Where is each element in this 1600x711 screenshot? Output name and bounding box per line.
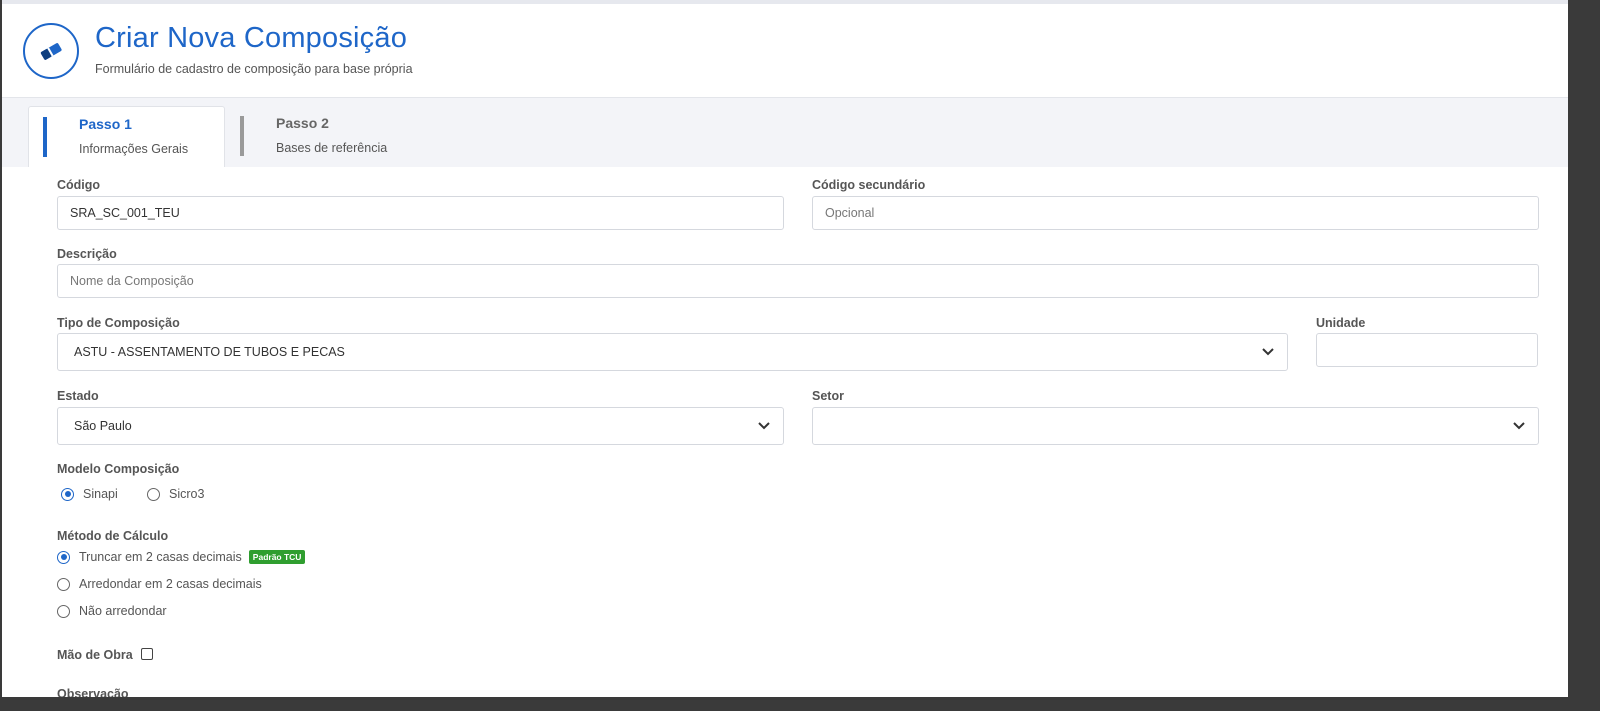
- metodo-option-truncar[interactable]: Truncar em 2 casas decimais Padrão TCU: [57, 550, 306, 564]
- chevron-down-icon: [758, 422, 770, 430]
- padrao-tcu-badge: Padrão TCU: [248, 550, 306, 564]
- unidade-label: Unidade: [1316, 316, 1366, 330]
- page-subtitle: Formulário de cadastro de composição par…: [95, 62, 413, 76]
- tab-indicator: [240, 116, 244, 156]
- tab-subtitle: Bases de referência: [276, 141, 388, 155]
- chevron-down-icon: [1513, 422, 1525, 430]
- radio-button[interactable]: [147, 487, 160, 501]
- estado-select[interactable]: São Paulo: [57, 407, 784, 445]
- tab-title: Passo 2: [276, 115, 329, 131]
- eraser-icon: [23, 23, 79, 79]
- setor-select[interactable]: [812, 407, 1539, 445]
- radio-button[interactable]: [57, 550, 70, 564]
- estado-label: Estado: [57, 389, 99, 403]
- radio-label: Sinapi: [83, 487, 118, 501]
- mao-de-obra-label: Mão de Obra: [57, 648, 133, 662]
- step-tabs: Passo 1 Informações Gerais Passo 2 Bases…: [2, 98, 1568, 167]
- chevron-down-icon: [1262, 348, 1274, 356]
- modelo-option-sinapi[interactable]: Sinapi: [61, 487, 118, 501]
- tab-step-1[interactable]: Passo 1 Informações Gerais: [28, 106, 225, 167]
- setor-label: Setor: [812, 389, 844, 403]
- modelo-option-sicro3[interactable]: Sicro3: [147, 487, 204, 501]
- radio-label: Não arredondar: [79, 604, 167, 618]
- radio-button[interactable]: [57, 577, 70, 591]
- observacao-label: Observação: [57, 687, 129, 697]
- radio-label: Arredondar em 2 casas decimais: [79, 577, 262, 591]
- descricao-input[interactable]: [57, 264, 1539, 298]
- tipo-composicao-value: ASTU - ASSENTAMENTO DE TUBOS E PECAS: [74, 345, 345, 359]
- descricao-label: Descrição: [57, 247, 117, 261]
- codigo-input[interactable]: [57, 196, 784, 230]
- mao-de-obra-checkbox[interactable]: [141, 648, 153, 660]
- tipo-composicao-label: Tipo de Composição: [57, 316, 180, 330]
- tab-step-2[interactable]: Passo 2 Bases de referência: [226, 106, 446, 167]
- radio-label: Sicro3: [169, 487, 205, 501]
- unidade-input[interactable]: [1316, 333, 1538, 367]
- tab-indicator: [43, 117, 47, 157]
- app-window: Criar Nova Composição Formulário de cada…: [0, 0, 1568, 697]
- page-header: Criar Nova Composição Formulário de cada…: [2, 4, 1568, 98]
- composition-form: Código Código secundário Descrição Tipo …: [2, 167, 1568, 697]
- tipo-composicao-select[interactable]: ASTU - ASSENTAMENTO DE TUBOS E PECAS: [57, 333, 1288, 371]
- codigo-secundario-label: Código secundário: [812, 178, 926, 192]
- radio-button[interactable]: [61, 487, 74, 501]
- page-title: Criar Nova Composição: [95, 22, 408, 54]
- codigo-secundario-input[interactable]: [812, 196, 1539, 230]
- metodo-option-nao-arredondar[interactable]: Não arredondar: [57, 604, 167, 618]
- modelo-composicao-label: Modelo Composição: [57, 462, 180, 476]
- radio-button[interactable]: [57, 604, 70, 618]
- codigo-label: Código: [57, 178, 101, 192]
- tab-subtitle: Informações Gerais: [79, 142, 189, 156]
- metodo-option-arredondar[interactable]: Arredondar em 2 casas decimais: [57, 577, 262, 591]
- estado-value: São Paulo: [74, 419, 132, 433]
- tab-title: Passo 1: [79, 116, 132, 132]
- metodo-calculo-label: Método de Cálculo: [57, 529, 169, 543]
- radio-label: Truncar em 2 casas decimais: [79, 550, 242, 564]
